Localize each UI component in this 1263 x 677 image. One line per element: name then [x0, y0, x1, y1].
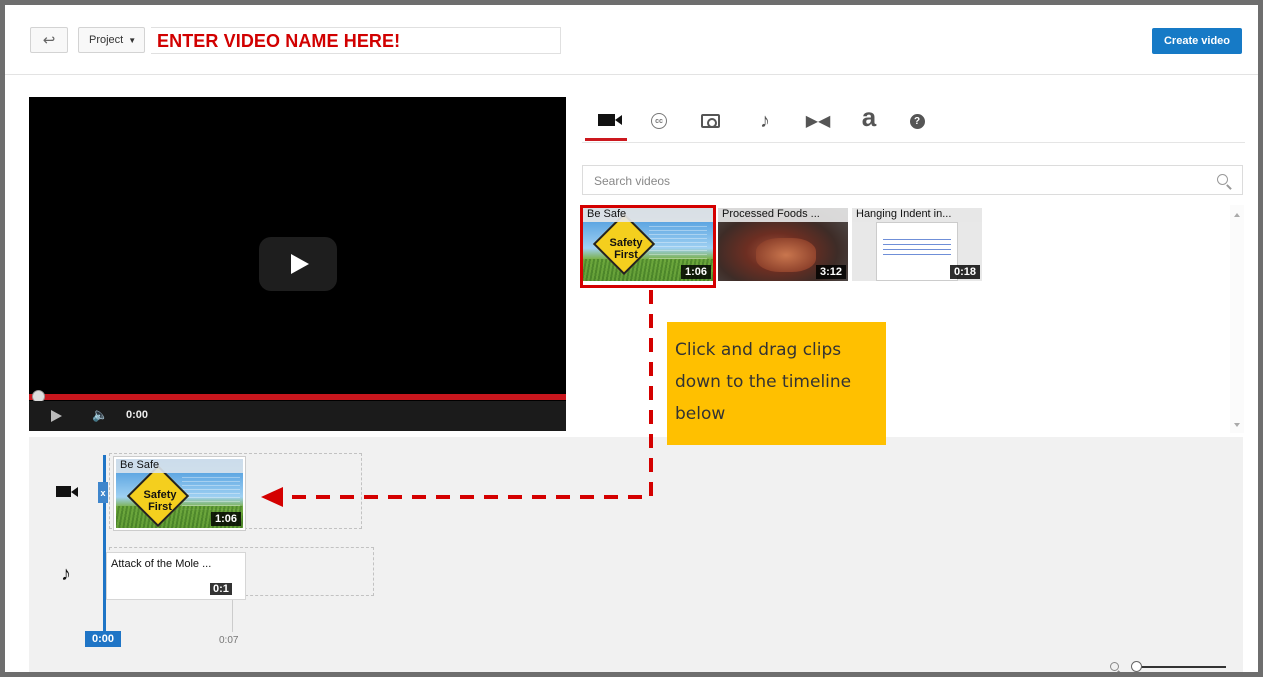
- clip-title: Processed Foods ...: [718, 208, 848, 222]
- video-name-text[interactable]: ENTER VIDEO NAME HERE!: [157, 31, 400, 52]
- scroll-up-icon[interactable]: [1234, 213, 1240, 217]
- instruction-callout: Click and drag clips down to the timelin…: [667, 322, 886, 445]
- callout-text: Click and drag clips down to the timelin…: [675, 340, 852, 424]
- scroll-down-icon[interactable]: [1234, 423, 1240, 427]
- search-placeholder: Search videos: [594, 174, 671, 188]
- sign-line-1: Safety: [143, 489, 177, 501]
- player-controls: 🔈 0:00: [29, 401, 566, 431]
- create-video-button[interactable]: Create video: [1152, 28, 1242, 54]
- big-play-button[interactable]: [259, 237, 337, 291]
- timeline-ruler: [106, 600, 233, 632]
- tab-help[interactable]: ?: [902, 101, 932, 141]
- audio-clip-duration: 0:1: [210, 583, 232, 595]
- music-note-icon: ♪: [61, 563, 71, 585]
- timeline-audio-clip[interactable]: Attack of the Mole ... 0:1: [106, 552, 246, 600]
- clip-thumbnail[interactable]: Processed Foods ... 3:12: [718, 208, 848, 281]
- project-menu-button[interactable]: Project ▼: [78, 27, 146, 53]
- music-note-icon: ♪: [760, 109, 770, 132]
- photo-camera-icon: [700, 114, 720, 128]
- safety-sign-text: Safety First: [134, 489, 186, 513]
- trim-handle[interactable]: x: [98, 482, 108, 503]
- progress-bar[interactable]: [29, 394, 566, 400]
- clip-title: Hanging Indent in...: [852, 208, 982, 222]
- text-icon: a: [861, 101, 877, 132]
- tab-transitions[interactable]: ▶◀: [800, 101, 836, 141]
- clip-duration: 1:06: [210, 512, 241, 526]
- editor-window: ↩ Project ▼ ENTER VIDEO NAME HERE! Creat…: [0, 0, 1263, 677]
- tab-creative-commons[interactable]: cc: [644, 101, 674, 141]
- play-icon: [291, 254, 309, 274]
- search-icon[interactable]: [1217, 174, 1228, 185]
- clip-library-scrollbar[interactable]: [1230, 205, 1244, 433]
- tab-photos[interactable]: [695, 101, 725, 141]
- volume-icon[interactable]: 🔈: [92, 407, 108, 423]
- clip-title: Be Safe: [116, 459, 243, 473]
- tab-videos[interactable]: [585, 101, 627, 141]
- zoom-icon: [1110, 662, 1119, 671]
- annotation-highlight-box: [580, 205, 716, 288]
- ruler-end-time: 0:07: [219, 635, 239, 646]
- timeline-video-clip[interactable]: Safety First Be Safe 1:06: [114, 457, 245, 530]
- current-time: 0:00: [126, 409, 149, 421]
- search-videos-input[interactable]: Search videos: [582, 165, 1243, 195]
- tab-text[interactable]: a: [854, 97, 884, 137]
- clip-duration: 3:12: [815, 265, 846, 279]
- play-pause-icon[interactable]: [51, 410, 62, 422]
- document-lines: [883, 239, 951, 259]
- zoom-slider-handle[interactable]: [1131, 661, 1142, 672]
- caret-down-icon: ▼: [128, 35, 137, 45]
- back-button[interactable]: ↩: [30, 27, 68, 53]
- back-arrow-icon: ↩: [42, 32, 56, 49]
- zoom-slider-track[interactable]: [1141, 666, 1226, 668]
- document-graphic: [876, 222, 958, 281]
- media-tabs: cc ♪ ▶◀ a ?: [582, 101, 1245, 143]
- video-camera-icon: [56, 486, 78, 497]
- top-bar: ↩ Project ▼ ENTER VIDEO NAME HERE! Creat…: [5, 5, 1258, 75]
- cc-icon: cc: [651, 113, 667, 129]
- sign-line-2: First: [148, 501, 172, 513]
- timeline-video-track-icon: [56, 486, 78, 497]
- help-icon: ?: [909, 113, 925, 129]
- project-label: Project: [89, 34, 124, 46]
- clip-duration: 0:18: [949, 265, 980, 279]
- transition-icon: ▶◀: [805, 113, 831, 130]
- tab-audio[interactable]: ♪: [750, 101, 780, 141]
- video-player[interactable]: 🔈 0:00: [29, 97, 566, 431]
- clip-thumbnail[interactable]: Hanging Indent in... 0:18: [852, 208, 982, 281]
- food-graphic: [756, 238, 816, 272]
- playhead-time[interactable]: 0:00: [85, 631, 121, 647]
- video-camera-icon: [597, 113, 622, 126]
- audio-clip-title: Attack of the Mole ...: [111, 558, 212, 570]
